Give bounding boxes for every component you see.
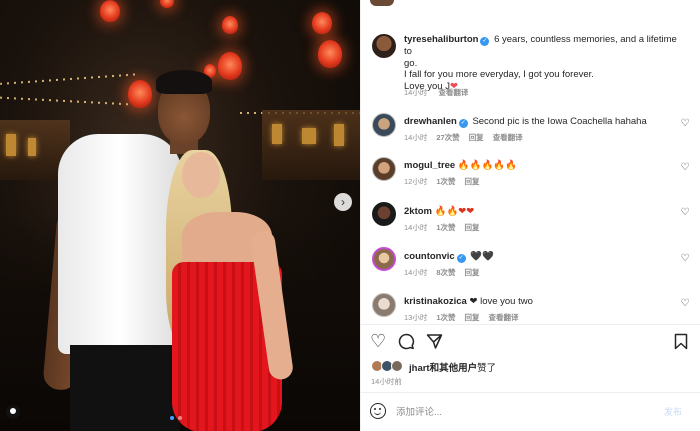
caption-text: I fall for you more everyday, I got you … xyxy=(404,69,594,80)
see-translation-link[interactable]: 查看翻译 xyxy=(438,88,468,97)
reply-link[interactable]: 回复 xyxy=(465,313,480,322)
person-shirt xyxy=(58,134,182,354)
string-lights xyxy=(0,96,130,106)
bookmark-icon[interactable] xyxy=(674,333,688,350)
like-count[interactable]: 1次赞 xyxy=(436,223,455,232)
avatar[interactable] xyxy=(372,157,396,181)
timestamp: 14小时 xyxy=(404,268,428,277)
comment-meta: 14小时 27次赞 回复 查看翻译 xyxy=(404,132,532,143)
like-count[interactable]: 8次赞 xyxy=(436,268,455,277)
lantern xyxy=(222,16,238,34)
reply-link[interactable]: 回复 xyxy=(465,223,480,232)
see-translation-link[interactable]: 查看翻译 xyxy=(489,313,519,322)
lantern xyxy=(218,52,242,80)
person-hair xyxy=(156,70,212,94)
lantern xyxy=(128,80,152,108)
comment-meta: 12小时 1次赞 回复 xyxy=(404,176,489,187)
comment: drewhanlen ✓ Second pic is the Iowa Coach… xyxy=(404,116,647,128)
carousel-dots xyxy=(170,416,182,420)
heart-outline-icon[interactable]: ♡ xyxy=(680,208,690,218)
caption-meta: 14小时 查看翻译 xyxy=(404,87,477,98)
like-count[interactable]: 1次赞 xyxy=(436,313,455,322)
timestamp: 14小时 xyxy=(404,88,428,97)
comment-meta: 13小时 1次赞 回复 查看翻译 xyxy=(404,312,528,323)
avatar[interactable] xyxy=(372,34,396,58)
heart-outline-icon[interactable]: ♡ xyxy=(680,299,690,309)
heart-outline-icon[interactable]: ♡ xyxy=(370,332,386,350)
comment-meta: 14小时 1次赞 回复 xyxy=(404,222,489,233)
lantern xyxy=(312,12,332,34)
speech-bubble-icon[interactable] xyxy=(398,333,415,350)
verified-badge-icon: ✓ xyxy=(480,37,490,46)
see-translation-link[interactable]: 查看翻译 xyxy=(493,133,523,142)
lantern xyxy=(100,0,120,22)
post-comment-button[interactable]: 发布 xyxy=(664,405,682,418)
post-timestamp: 14小时前 xyxy=(371,377,402,386)
like-count[interactable]: 27次赞 xyxy=(436,133,459,142)
heart-outline-icon[interactable]: ♡ xyxy=(680,254,690,264)
smiley-face-icon[interactable] xyxy=(370,403,386,419)
comment-text: 🔥🔥❤❤ xyxy=(434,206,475,217)
chevron-right-icon[interactable]: › xyxy=(334,193,352,211)
comment-text: Second pic is the Iowa Coachella hahaha xyxy=(472,116,647,127)
reply-link[interactable]: 回复 xyxy=(465,177,480,186)
username[interactable]: countonvic xyxy=(404,251,455,262)
avatar xyxy=(370,0,394,6)
divider xyxy=(360,392,700,393)
username[interactable]: tyresehaliburton xyxy=(404,34,478,45)
timestamp: 14小时 xyxy=(404,133,428,142)
username[interactable]: mogul_tree xyxy=(404,160,455,171)
heart-outline-icon[interactable]: ♡ xyxy=(680,119,690,129)
add-comment-input[interactable] xyxy=(396,405,656,419)
comment-text: 🖤🖤 xyxy=(470,251,494,262)
likes-suffix: 赞了 xyxy=(477,363,497,374)
paper-plane-icon[interactable] xyxy=(426,333,443,350)
post-caption: tyresehaliburton ✓ 6 years, countless mem… xyxy=(404,34,684,92)
avatar[interactable] xyxy=(372,113,396,137)
person-face xyxy=(182,152,220,198)
username[interactable]: 2ktom xyxy=(404,206,432,217)
timestamp: 13小时 xyxy=(404,313,428,322)
person-pants xyxy=(70,345,180,431)
heart-outline-icon[interactable]: ♡ xyxy=(680,163,690,173)
reply-link[interactable]: 回复 xyxy=(469,133,484,142)
username[interactable]: drewhanlen xyxy=(404,116,457,127)
comment: kristinakozica ❤ love you two xyxy=(404,296,533,307)
reply-link[interactable]: 回复 xyxy=(465,268,480,277)
others-link[interactable]: 和其他用户 xyxy=(430,363,478,374)
verified-badge-icon: ✓ xyxy=(456,254,466,263)
comment: mogul_tree 🔥🔥🔥🔥🔥 xyxy=(404,160,517,171)
user-tag-icon[interactable] xyxy=(6,405,20,419)
comment-text: 🔥🔥🔥🔥🔥 xyxy=(457,160,518,171)
avatar[interactable] xyxy=(391,360,403,372)
string-lights xyxy=(0,73,140,85)
comment: countonvic ✓ 🖤🖤 xyxy=(404,251,494,263)
lantern xyxy=(318,40,342,68)
comment-meta: 14小时 8次赞 回复 xyxy=(404,267,489,278)
timestamp: 14小时 xyxy=(404,223,428,232)
comment-text: ❤ love you two xyxy=(469,296,533,307)
avatar[interactable] xyxy=(372,293,396,317)
verified-badge-icon: ✓ xyxy=(458,119,468,128)
timestamp: 12小时 xyxy=(404,177,428,186)
username[interactable]: kristinakozica xyxy=(404,296,467,307)
avatar[interactable] xyxy=(372,202,396,226)
avatar[interactable] xyxy=(372,247,396,271)
comment: 2ktom 🔥🔥❤❤ xyxy=(404,206,474,217)
lantern xyxy=(160,0,174,8)
like-count[interactable]: 1次赞 xyxy=(436,177,455,186)
post-photo[interactable]: › xyxy=(0,0,360,431)
divider xyxy=(360,324,700,325)
caption-text: go. xyxy=(404,57,418,69)
background-building xyxy=(262,110,360,180)
username[interactable]: jhart xyxy=(409,363,430,374)
likes-summary[interactable]: jhart和其他用户赞了 xyxy=(409,360,496,374)
